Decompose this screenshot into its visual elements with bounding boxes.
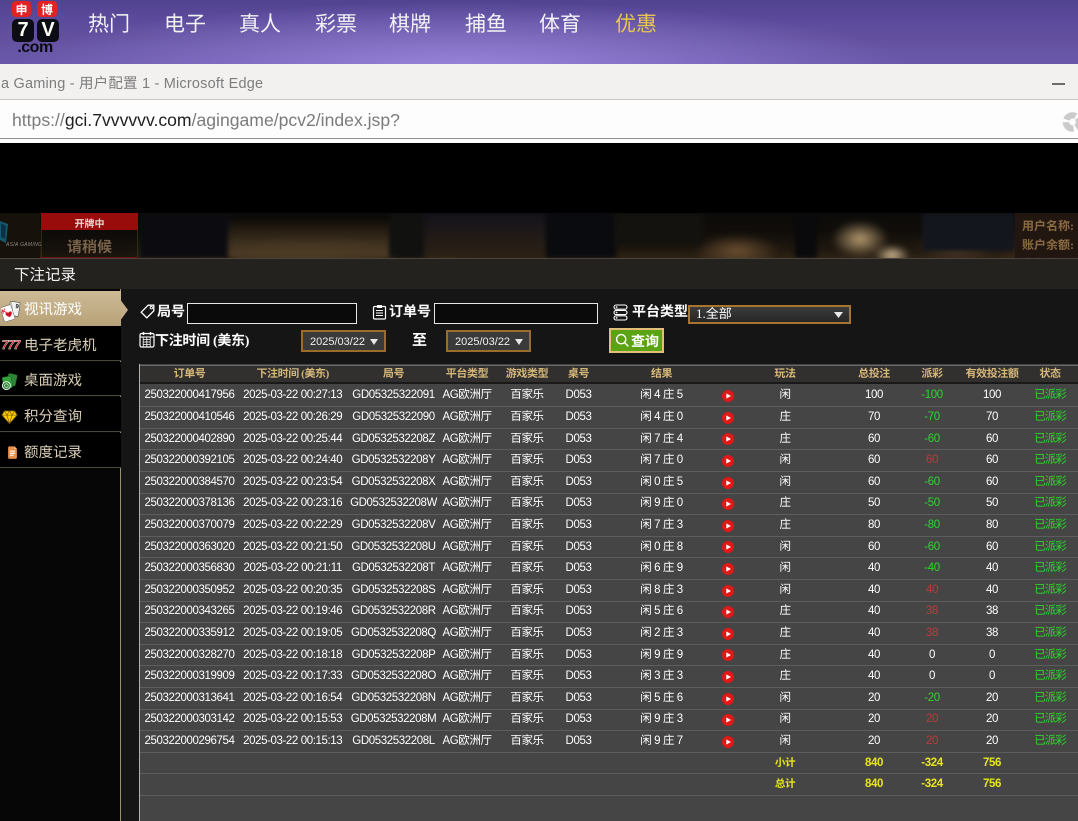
svg-text:7: 7 <box>14 338 21 352</box>
